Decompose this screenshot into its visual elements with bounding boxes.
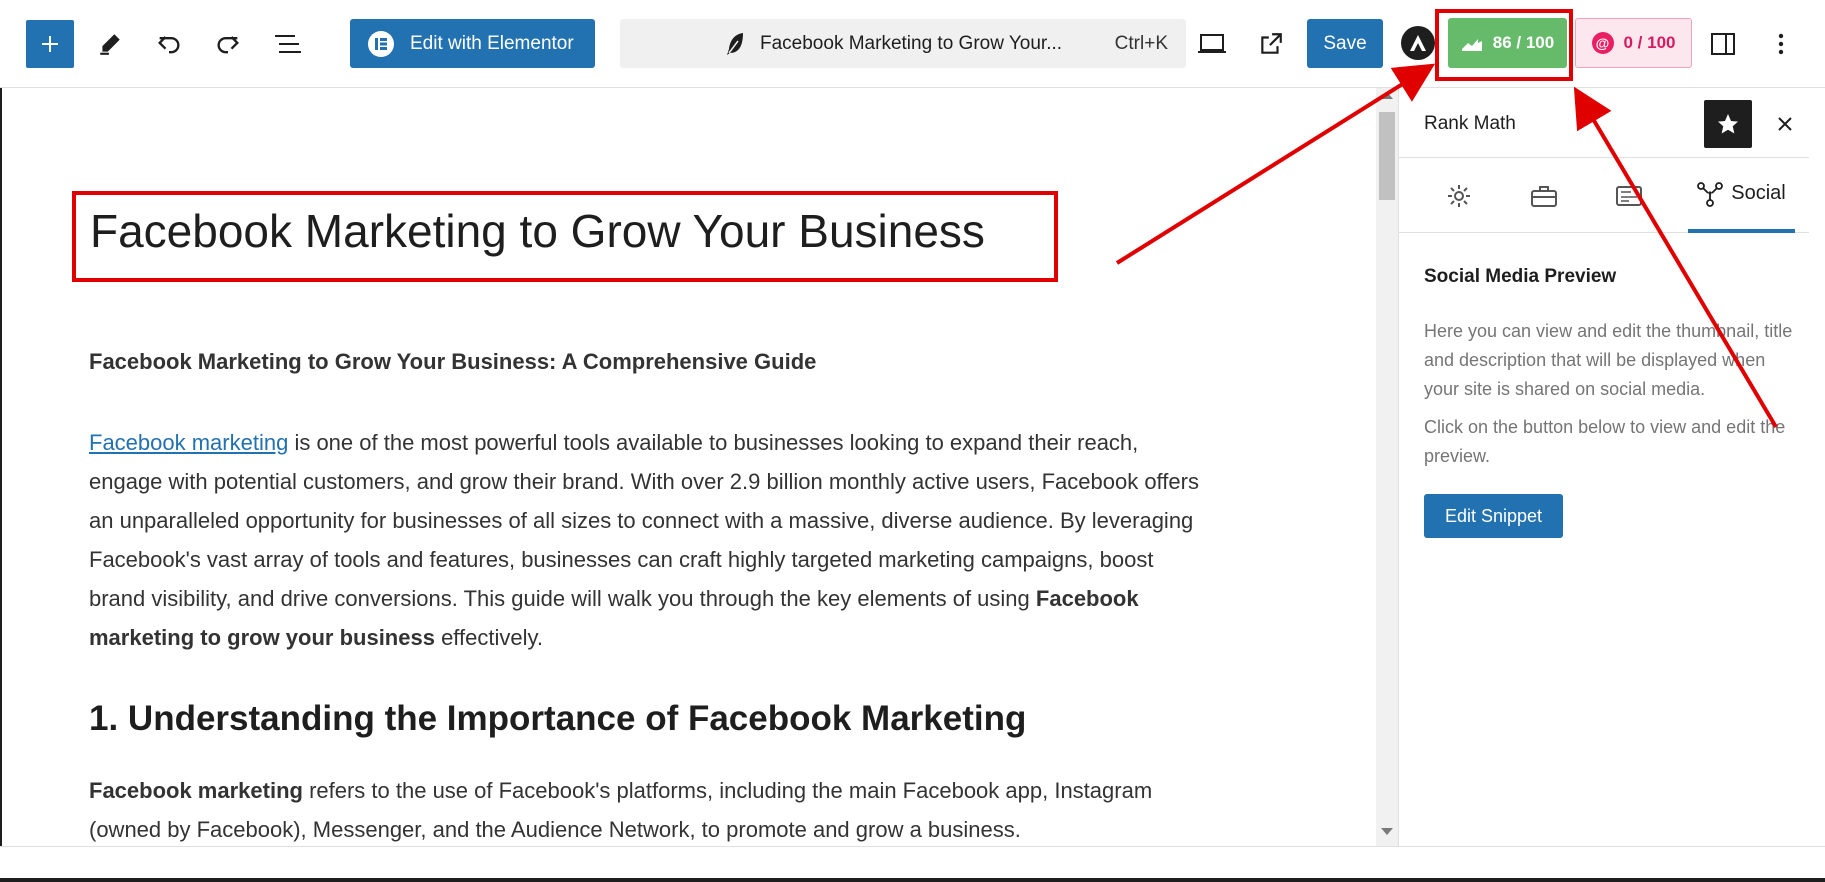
tab-schema[interactable] <box>1594 158 1664 233</box>
bottom-border <box>0 878 1825 882</box>
close-panel-button[interactable] <box>1767 106 1803 142</box>
panel-title: Rank Math <box>1424 113 1516 134</box>
laptop-icon <box>1198 34 1226 53</box>
section-paragraph[interactable]: Facebook marketing refers to the use of … <box>89 771 1214 846</box>
rank-math-panel: Rank Math Social Social Media Preview He… <box>1398 88 1809 846</box>
save-button[interactable]: Save <box>1307 19 1383 68</box>
panel-tabs: Social <box>1399 158 1809 233</box>
document-bar[interactable]: Facebook Marketing to Grow Your... Ctrl+… <box>620 19 1186 68</box>
seo-score-highlight <box>1435 9 1573 81</box>
pencil-icon <box>100 34 120 55</box>
content-ai-icon: @ <box>1591 32 1614 54</box>
options-button[interactable] <box>1757 20 1805 68</box>
star-icon <box>1718 114 1738 134</box>
intro-text: is one of the most powerful tools availa… <box>89 430 1199 611</box>
tab-social-label: Social <box>1731 182 1786 204</box>
social-preview-heading: Social Media Preview <box>1424 266 1617 287</box>
kebab-menu-icon <box>1778 33 1784 55</box>
list-view-button[interactable] <box>264 20 312 68</box>
bottom-strip <box>0 846 1825 882</box>
edit-snippet-button[interactable]: Edit Snippet <box>1424 494 1563 538</box>
editor-canvas[interactable]: Facebook Marketing to Grow Your Business… <box>0 88 1376 846</box>
section-heading[interactable]: 1. Understanding the Importance of Faceb… <box>89 699 1026 739</box>
intro-end-text: effectively. <box>434 625 543 650</box>
briefcase-icon <box>1531 185 1557 207</box>
post-subtitle[interactable]: Facebook Marketing to Grow Your Business… <box>89 342 1214 381</box>
view-post-button[interactable] <box>1247 20 1295 68</box>
sidebar-icon <box>1711 33 1735 55</box>
preview-button[interactable] <box>1188 20 1236 68</box>
undo-button[interactable] <box>145 20 193 68</box>
panel-header: Rank Math <box>1399 88 1809 158</box>
feather-icon <box>725 31 747 63</box>
redo-button[interactable] <box>204 20 252 68</box>
undo-icon <box>158 36 180 54</box>
editor-scrollbar[interactable] <box>1376 88 1398 846</box>
pin-star-button[interactable] <box>1704 100 1752 148</box>
gear-icon <box>1448 184 1470 207</box>
elementor-label: Edit with Elementor <box>410 32 574 54</box>
settings-toggle-button[interactable] <box>1699 20 1747 68</box>
tab-general[interactable] <box>1424 158 1494 233</box>
social-icon <box>1697 181 1724 207</box>
tools-button[interactable] <box>86 20 134 68</box>
section-bold-text: Facebook marketing <box>89 778 303 803</box>
social-preview-instructions: Click on the button below to view and ed… <box>1424 417 1786 466</box>
list-view-icon <box>275 35 301 53</box>
plus-icon <box>42 36 58 52</box>
external-link-icon <box>1261 33 1282 54</box>
scrollbar-thumb[interactable] <box>1379 112 1395 200</box>
post-title[interactable]: Facebook Marketing to Grow Your Business <box>90 204 985 258</box>
social-preview-description: Here you can view and edit the thumbnail… <box>1424 321 1793 399</box>
schema-icon <box>1616 185 1642 206</box>
editor-toolbar: Edit with Elementor Facebook Marketing t… <box>0 0 1825 88</box>
intro-paragraph[interactable]: Facebook marketing is one of the most po… <box>89 423 1214 657</box>
facebook-marketing-link[interactable]: Facebook marketing <box>89 430 288 455</box>
command-shortcut: Ctrl+K <box>1114 33 1168 54</box>
astra-logo-icon[interactable] <box>1401 26 1435 60</box>
elementor-icon <box>368 30 394 57</box>
tab-advanced[interactable] <box>1509 158 1579 233</box>
tab-social[interactable]: Social <box>1688 158 1795 233</box>
document-title: Facebook Marketing to Grow Your... <box>760 33 1063 54</box>
scroll-down-arrow-icon[interactable] <box>1381 828 1393 835</box>
add-block-button[interactable] <box>26 20 74 68</box>
content-ai-score-value: 0 / 100 <box>1623 33 1676 52</box>
close-icon <box>1778 117 1792 131</box>
content-ai-score-button[interactable]: @ 0 / 100 <box>1575 18 1692 68</box>
scroll-up-arrow-icon[interactable] <box>1381 92 1393 99</box>
redo-icon <box>217 36 239 54</box>
edit-with-elementor-button[interactable]: Edit with Elementor <box>350 19 595 68</box>
